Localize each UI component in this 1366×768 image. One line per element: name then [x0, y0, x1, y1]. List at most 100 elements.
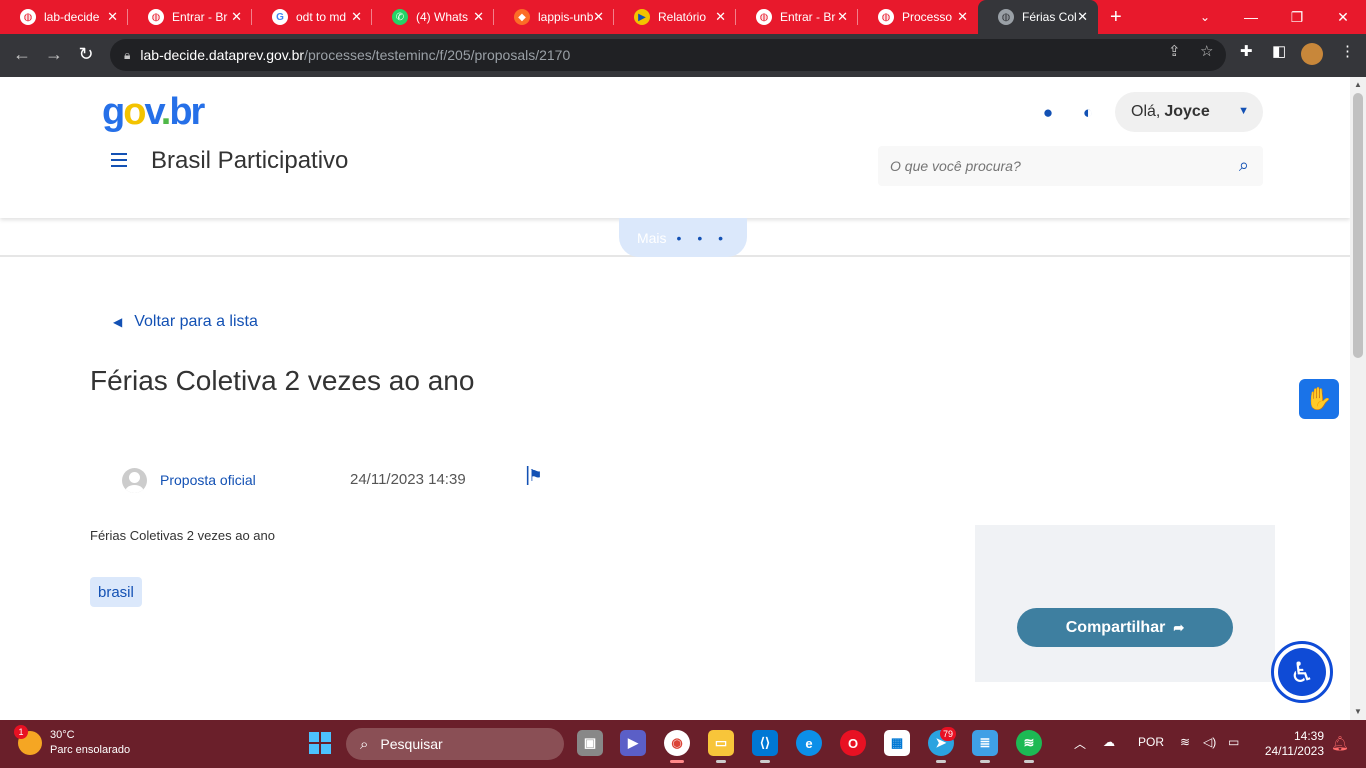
- share-button[interactable]: Compartilhar ➦: [1017, 608, 1233, 647]
- site-title[interactable]: Brasil Participativo: [151, 147, 348, 175]
- notification-bell-icon[interactable]: 🔔︎: [1331, 735, 1349, 752]
- chevron-left-icon: ◀: [113, 315, 123, 329]
- gov-br-logo[interactable]: gov.br: [102, 91, 205, 134]
- browser-tab[interactable]: ◍ Entrar - Br ✕: [736, 0, 858, 34]
- accessibility-button[interactable]: ♿︎: [1271, 641, 1333, 703]
- greeting: Olá,: [1131, 103, 1161, 120]
- proposal-body: Férias Coletivas 2 vezes ao ano: [90, 528, 275, 543]
- menu-bar: Mais • • •: [0, 218, 1350, 257]
- close-tab-icon[interactable]: ✕: [473, 9, 484, 25]
- gov-icon: ▶: [634, 9, 650, 25]
- taskbar-search-label: Pesquisar: [380, 736, 443, 752]
- chevron-up-icon[interactable]: ︿: [1074, 735, 1086, 752]
- taskbar-search[interactable]: ⌕ Pesquisar: [346, 728, 564, 760]
- scroll-up-icon[interactable]: ▲: [1354, 80, 1362, 89]
- author-avatar: [122, 468, 147, 493]
- tab-label: (4) Whats: [416, 10, 469, 24]
- clock[interactable]: 14:39 24/11/2023: [1256, 729, 1324, 759]
- tab-label: Férias Col: [1022, 10, 1077, 24]
- lock-icon[interactable]: 🔒︎: [124, 48, 130, 63]
- close-window-icon[interactable]: ✕: [1320, 0, 1366, 34]
- new-tab-plus-icon[interactable]: +: [1110, 6, 1122, 29]
- close-tab-icon[interactable]: ✕: [107, 9, 118, 25]
- back-arrow-icon[interactable]: ←: [10, 44, 34, 65]
- browser-tab[interactable]: ▶ Relatório ✕: [614, 0, 736, 34]
- close-tab-icon[interactable]: ✕: [351, 9, 362, 25]
- volume-icon[interactable]: ◁): [1203, 735, 1216, 749]
- close-tab-icon[interactable]: ✕: [593, 9, 604, 25]
- browser-tab[interactable]: ◍ lab-decide ✕: [0, 0, 128, 34]
- wifi-icon[interactable]: ≋: [1180, 735, 1190, 749]
- weather-sun-icon: 1: [14, 725, 42, 755]
- language-indicator[interactable]: POR: [1138, 735, 1164, 749]
- extensions-puzzle-icon[interactable]: ✚: [1240, 42, 1253, 60]
- contrast-icon[interactable]: ◐: [1079, 104, 1097, 122]
- author-name[interactable]: Proposta oficial: [160, 472, 256, 488]
- more-menu-icon[interactable]: ⋮: [1340, 42, 1355, 60]
- back-link-label: Voltar para a lista: [134, 313, 258, 330]
- reload-icon[interactable]: ↻: [74, 44, 98, 65]
- gitlab-icon: ◆: [514, 9, 530, 25]
- tab-label: lab-decide: [44, 10, 100, 24]
- browser-tab[interactable]: ◍ Processo ✕: [858, 0, 978, 34]
- tab-label: Entrar - Br: [172, 10, 228, 24]
- browser-tab[interactable]: ◍ Entrar - Br ✕: [128, 0, 252, 34]
- restore-icon[interactable]: ❐: [1274, 0, 1320, 34]
- browser-tab[interactable]: ◆ lappis-unb ✕: [494, 0, 614, 34]
- address-bar[interactable]: 🔒︎ lab-decide.dataprev.gov.br/processes/…: [110, 39, 1226, 71]
- user-name: Joyce: [1164, 103, 1210, 120]
- onedrive-icon[interactable]: ☁: [1103, 735, 1115, 749]
- page-scrollbar[interactable]: ▲ ▼: [1350, 77, 1366, 720]
- tab-search-chevron-icon[interactable]: ⌄: [1182, 0, 1228, 34]
- teams-icon[interactable]: ▶: [620, 730, 646, 756]
- flag-icon[interactable]: ▕⚑: [516, 466, 543, 486]
- tab-label: Relatório: [658, 10, 707, 24]
- globe-icon: ◍: [20, 9, 36, 25]
- minimize-icon[interactable]: —: [1228, 0, 1274, 34]
- logo-letter: v: [144, 91, 162, 133]
- cookie-icon[interactable]: ●: [1039, 104, 1057, 122]
- scroll-down-icon[interactable]: ▼: [1354, 707, 1362, 716]
- side-panel-icon[interactable]: ◧: [1272, 42, 1286, 60]
- search-input[interactable]: [890, 158, 1220, 174]
- windows-start-icon[interactable]: [309, 732, 331, 754]
- share-page-icon[interactable]: ⇪: [1168, 42, 1181, 60]
- file-explorer-icon[interactable]: ▭: [708, 730, 734, 763]
- close-tab-icon[interactable]: ✕: [715, 9, 726, 25]
- task-view-icon[interactable]: ▣: [577, 730, 603, 756]
- close-tab-icon[interactable]: ✕: [1077, 9, 1088, 25]
- browser-tab[interactable]: ✆ (4) Whats ✕: [372, 0, 494, 34]
- hamburger-menu-icon[interactable]: [111, 153, 127, 171]
- tag-badge[interactable]: brasil: [90, 577, 142, 607]
- profile-avatar[interactable]: [1301, 43, 1323, 65]
- weather-description: Parc ensolarado: [50, 744, 131, 756]
- chrome-icon[interactable]: ◉: [664, 730, 690, 763]
- notepad-icon[interactable]: ≣: [972, 730, 998, 763]
- opera-icon[interactable]: O: [840, 730, 866, 756]
- close-tab-icon[interactable]: ✕: [231, 9, 242, 25]
- sign-language-icon[interactable]: ✋: [1299, 379, 1339, 419]
- whatsapp-icon: ✆: [392, 9, 408, 25]
- back-to-list-link[interactable]: ◀ Voltar para a lista: [113, 313, 258, 331]
- caret-down-icon: ▼: [1238, 105, 1249, 117]
- spotify-icon[interactable]: ≋: [1016, 730, 1042, 763]
- close-tab-icon[interactable]: ✕: [837, 9, 848, 25]
- url-path: /processes/testeminc/f/205/proposals/217…: [304, 47, 571, 63]
- forward-arrow-icon[interactable]: →: [42, 44, 66, 65]
- user-menu-button[interactable]: Olá, Joyce ▼: [1115, 92, 1263, 132]
- browser-tab-active[interactable]: ◍ Férias Col ✕: [978, 0, 1098, 34]
- edge-icon[interactable]: e: [796, 730, 822, 756]
- google-icon: G: [272, 9, 288, 25]
- vscode-icon[interactable]: ⟨⟩: [752, 730, 778, 763]
- store-icon[interactable]: ▦: [884, 730, 910, 756]
- close-tab-icon[interactable]: ✕: [957, 9, 968, 25]
- search-icon[interactable]: ⌕: [1239, 155, 1249, 176]
- more-menu-button[interactable]: Mais • • •: [619, 218, 747, 257]
- browser-tab[interactable]: G odt to md ✕: [252, 0, 372, 34]
- bookmark-star-icon[interactable]: ☆: [1200, 42, 1213, 60]
- more-dots-icon: • • •: [676, 229, 730, 246]
- weather-widget[interactable]: 1 30°C Parc ensolarado: [14, 725, 131, 758]
- clock-date: 24/11/2023: [1264, 744, 1324, 758]
- scrollbar-thumb[interactable]: [1353, 93, 1363, 358]
- battery-icon[interactable]: ▭: [1228, 735, 1239, 749]
